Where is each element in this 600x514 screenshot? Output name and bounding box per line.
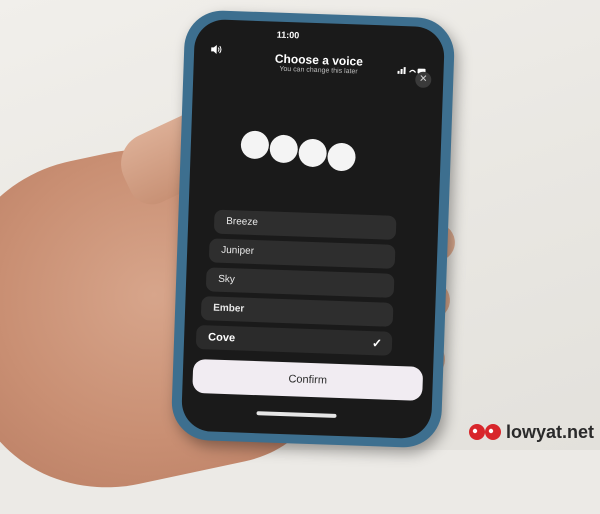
confirm-button[interactable]: Confirm <box>192 358 424 401</box>
visualizer-dot <box>269 134 299 164</box>
phone: 11:00 Choose a voice You can change this… <box>170 9 456 449</box>
watermark: lowyat.net <box>468 420 594 444</box>
voice-option-label: Ember <box>212 302 245 315</box>
status-bar: 11:00 <box>194 27 444 52</box>
home-indicator[interactable] <box>256 411 337 418</box>
close-icon[interactable]: ✕ <box>415 71 432 89</box>
voice-list: Breeze Juniper Sky Ember Cove ✓ <box>195 209 397 361</box>
voice-option-breeze[interactable]: Breeze <box>213 209 397 240</box>
voice-option-sky[interactable]: Sky <box>205 267 395 298</box>
check-icon: ✓ <box>371 336 383 351</box>
lowyat-logo-icon <box>468 424 501 440</box>
phone-screen: 11:00 Choose a voice You can change this… <box>180 18 446 440</box>
visualizer-dot <box>327 142 357 172</box>
voice-option-ember[interactable]: Ember <box>200 296 394 327</box>
voice-option-label: Breeze <box>226 215 259 229</box>
voice-visualizer <box>240 130 361 174</box>
visualizer-dot <box>298 138 328 168</box>
watermark-text: lowyat.net <box>505 421 594 442</box>
status-time: 11:00 <box>276 29 300 41</box>
visualizer-dot <box>240 130 270 160</box>
voice-option-label: Cove <box>207 331 236 345</box>
voice-option-label: Juniper <box>221 244 255 257</box>
voice-option-cove[interactable]: Cove ✓ <box>195 324 393 356</box>
voice-option-juniper[interactable]: Juniper <box>208 238 396 269</box>
voice-option-label: Sky <box>217 273 236 286</box>
